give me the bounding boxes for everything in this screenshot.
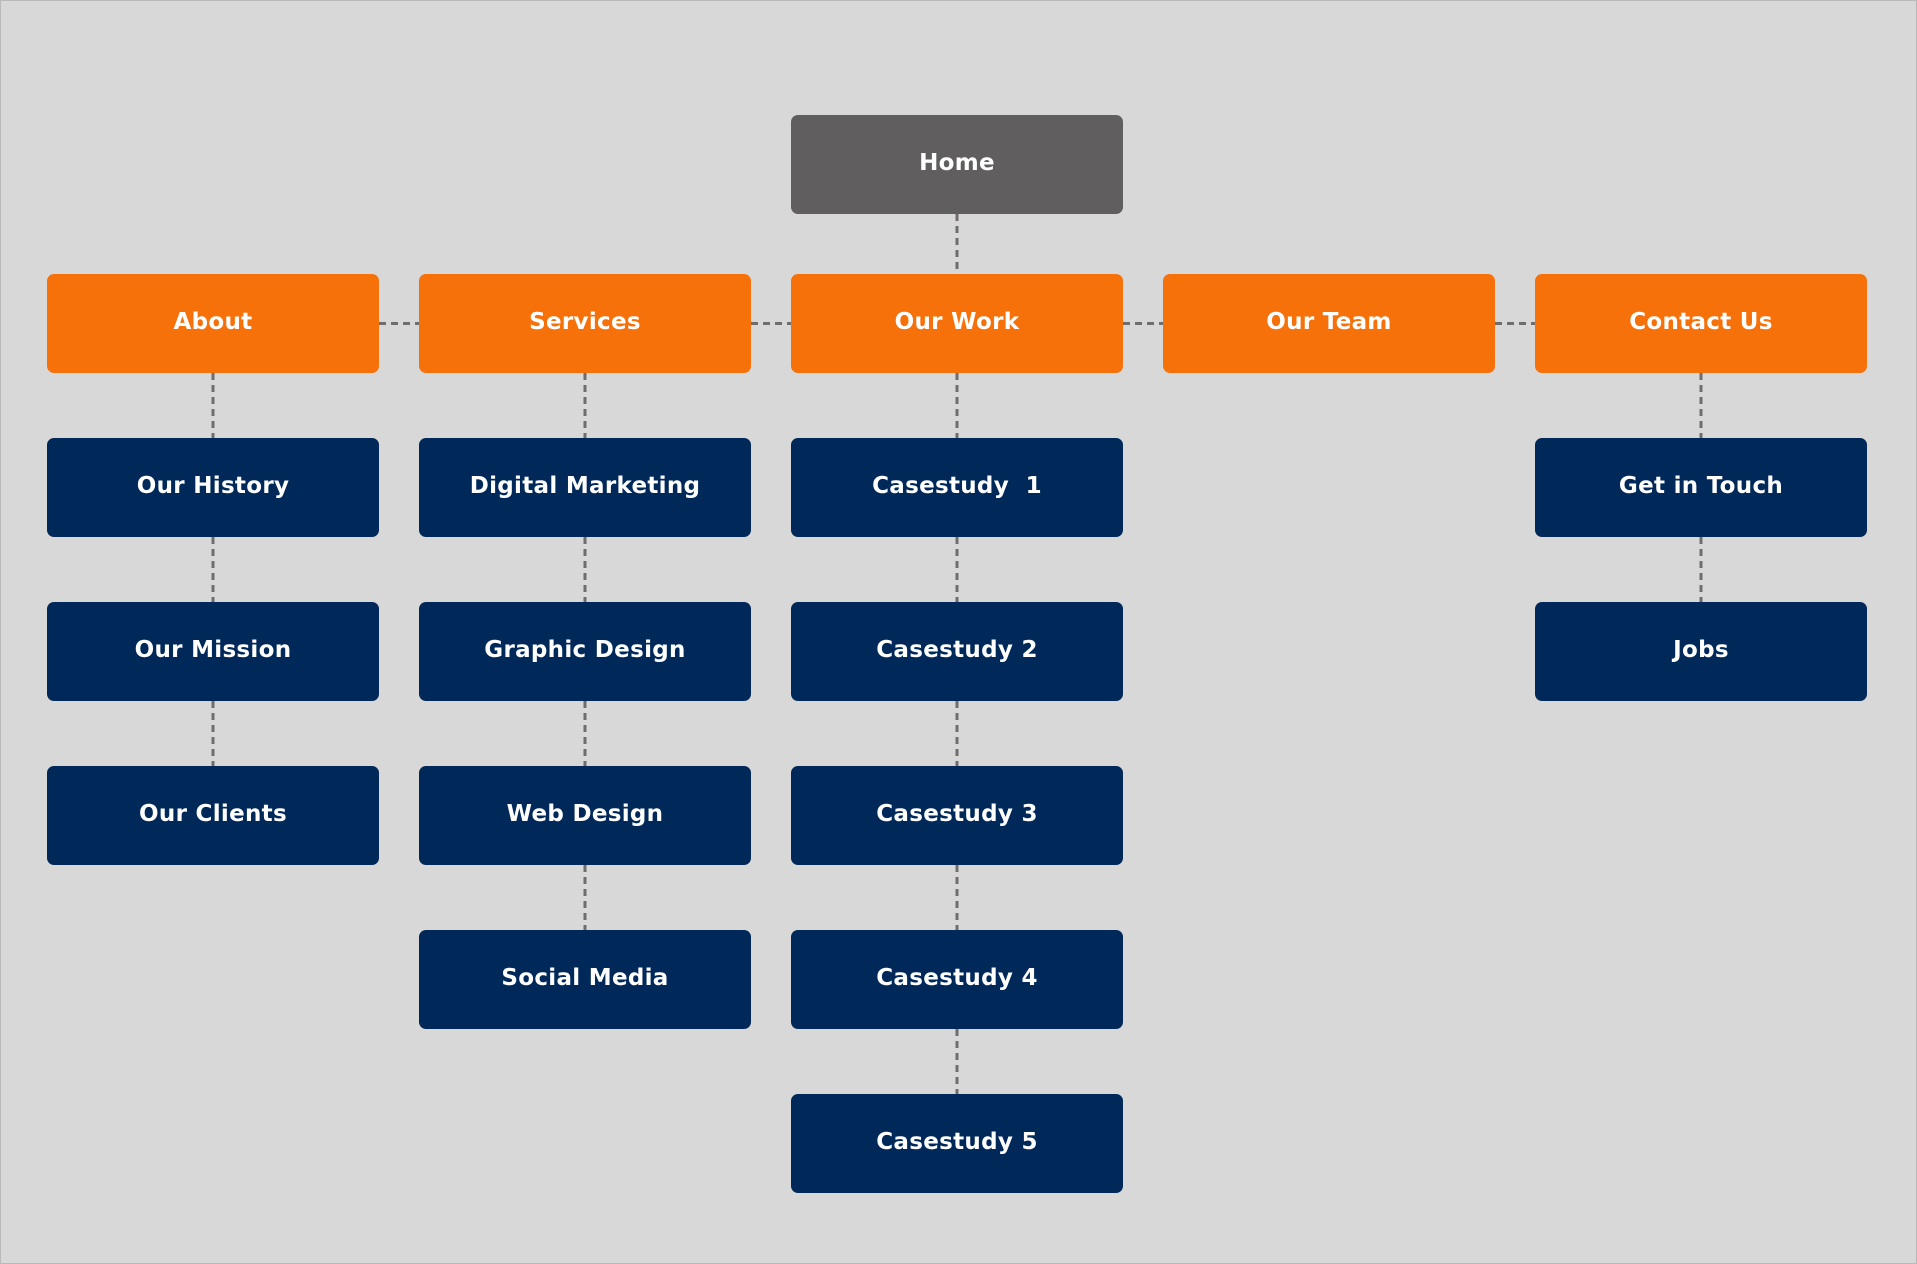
- node-services[interactable]: Services: [419, 274, 751, 373]
- node-web-design[interactable]: Web Design: [419, 766, 751, 865]
- node-jobs[interactable]: Jobs: [1535, 602, 1867, 701]
- node-contact-us[interactable]: Contact Us: [1535, 274, 1867, 373]
- node-our-mission[interactable]: Our Mission: [47, 602, 379, 701]
- node-social-media[interactable]: Social Media: [419, 930, 751, 1029]
- node-casestudy-1[interactable]: Casestudy 1: [791, 438, 1123, 537]
- node-home[interactable]: Home: [791, 115, 1123, 214]
- node-our-history[interactable]: Our History: [47, 438, 379, 537]
- sitemap-diagram: Home About Services Our Work Our Team Co…: [0, 0, 1917, 1264]
- node-graphic-design[interactable]: Graphic Design: [419, 602, 751, 701]
- node-casestudy-4[interactable]: Casestudy 4: [791, 930, 1123, 1029]
- node-casestudy-2[interactable]: Casestudy 2: [791, 602, 1123, 701]
- node-digital-marketing[interactable]: Digital Marketing: [419, 438, 751, 537]
- node-our-clients[interactable]: Our Clients: [47, 766, 379, 865]
- node-our-team[interactable]: Our Team: [1163, 274, 1495, 373]
- node-casestudy-3[interactable]: Casestudy 3: [791, 766, 1123, 865]
- node-get-in-touch[interactable]: Get in Touch: [1535, 438, 1867, 537]
- node-about[interactable]: About: [47, 274, 379, 373]
- node-our-work[interactable]: Our Work: [791, 274, 1123, 373]
- node-casestudy-5[interactable]: Casestudy 5: [791, 1094, 1123, 1193]
